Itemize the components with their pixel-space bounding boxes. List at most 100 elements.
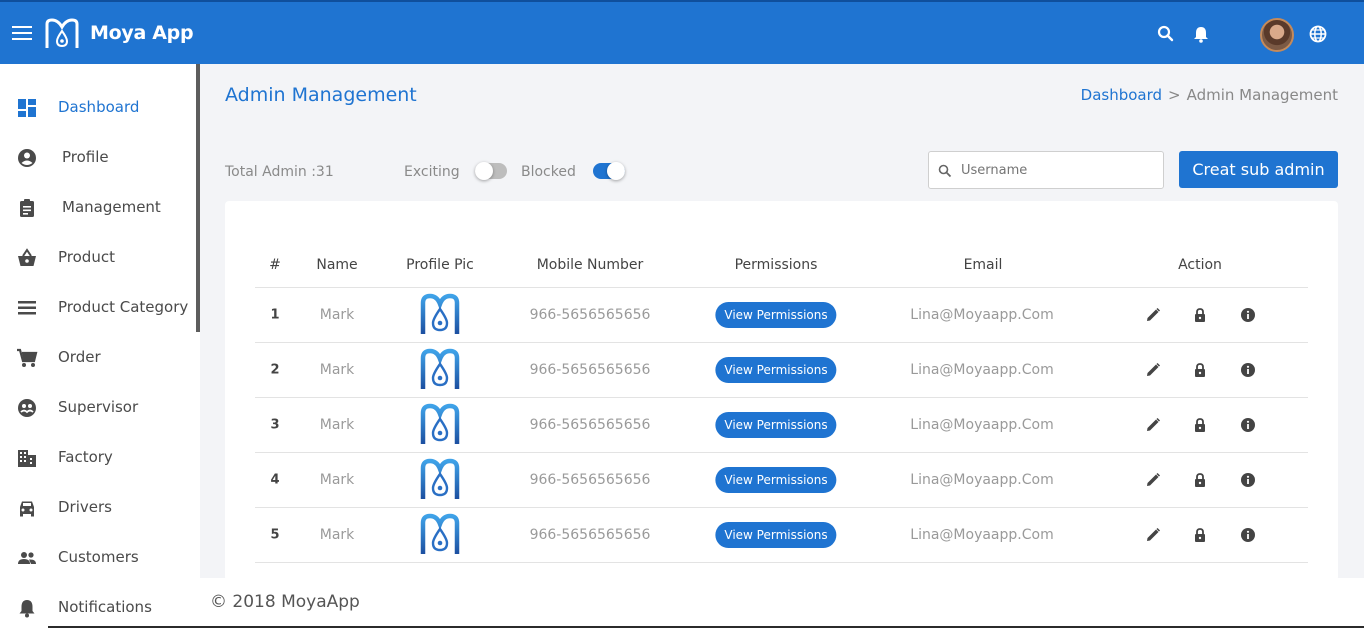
table-bottom-border xyxy=(255,562,1308,563)
admin-name: Mark xyxy=(319,307,355,323)
dashboard-icon xyxy=(18,99,36,117)
table-row: 1 Mark 966-5656565656 View Permissions Lina@… xyxy=(255,287,1308,342)
create-sub-admin-button[interactable]: Creat sub admin xyxy=(1179,151,1338,188)
row-number: 1 xyxy=(270,307,280,323)
info-icon[interactable] xyxy=(1240,362,1256,378)
view-permissions-button[interactable]: View Permissions xyxy=(715,522,837,548)
mobile-number: 966-5656565656 xyxy=(529,307,651,323)
edit-icon[interactable] xyxy=(1145,417,1161,433)
sidebar-item-product[interactable]: Product xyxy=(0,232,196,282)
info-icon[interactable] xyxy=(1240,417,1256,433)
sidebar-item-customers[interactable]: Customers xyxy=(0,532,196,582)
row-number: 4 xyxy=(270,472,280,488)
sidebar-item-product-category[interactable]: Product Category xyxy=(0,282,196,332)
sidebar-item-label: Drivers xyxy=(58,498,112,516)
view-permissions-button[interactable]: View Permissions xyxy=(715,412,837,438)
sidebar-item-label: Order xyxy=(58,348,101,366)
view-permissions-button[interactable]: View Permissions xyxy=(715,467,837,493)
lock-icon[interactable] xyxy=(1192,362,1208,378)
sidebar-item-label: Factory xyxy=(58,448,113,466)
email: Lina@Moyaapp.Com xyxy=(910,362,1054,378)
email: Lina@Moyaapp.Com xyxy=(910,527,1054,543)
sidebar-item-supervisor[interactable]: Supervisor xyxy=(0,382,196,432)
sidebar-item-label: Management xyxy=(62,198,161,216)
sidebar-item-management[interactable]: Management xyxy=(0,182,196,232)
breadcrumb-separator: > xyxy=(1168,86,1181,104)
clipboard-icon xyxy=(20,199,34,217)
lock-icon[interactable] xyxy=(1192,527,1208,543)
sidebar-item-label: Supervisor xyxy=(58,398,139,416)
sidebar-item-order[interactable]: Order xyxy=(0,332,196,382)
sidebar-item-profile[interactable]: Profile xyxy=(0,132,196,182)
lock-icon[interactable] xyxy=(1192,472,1208,488)
footer: © 2018 MoyaApp xyxy=(200,578,1364,628)
table-row: 2 Mark 966-5656565656 View Permissions Lina@… xyxy=(255,342,1308,397)
account-circle-icon xyxy=(18,149,36,167)
admin-name: Mark xyxy=(319,417,355,433)
admin-name: Mark xyxy=(319,527,355,543)
top-app-bar: Moya App xyxy=(0,0,1364,64)
building-icon xyxy=(18,450,36,467)
blocked-label: Blocked xyxy=(521,164,576,180)
page-title: Admin Management xyxy=(225,84,417,106)
profile-pic xyxy=(417,512,463,558)
mobile-number: 966-5656565656 xyxy=(529,417,651,433)
brand-name: Moya App xyxy=(90,22,194,44)
bell-icon[interactable] xyxy=(1191,24,1211,44)
edit-icon[interactable] xyxy=(1145,527,1161,543)
info-icon[interactable] xyxy=(1240,472,1256,488)
username-search xyxy=(928,151,1164,189)
people-icon xyxy=(18,552,36,564)
exciting-toggle[interactable] xyxy=(475,162,507,180)
sidebar-item-label: Product Category xyxy=(58,298,189,316)
breadcrumb: Dashboard > Admin Management xyxy=(1081,86,1338,104)
column-header-permissions: Permissions xyxy=(734,257,818,273)
moya-logo xyxy=(45,18,79,48)
car-icon xyxy=(20,501,34,517)
table-row: 4 Mark 966-5656565656 View Permissions Lina@… xyxy=(255,452,1308,507)
mobile-number: 966-5656565656 xyxy=(529,362,651,378)
profile-pic xyxy=(417,457,463,503)
email: Lina@Moyaapp.Com xyxy=(910,417,1054,433)
search-icon[interactable] xyxy=(1156,24,1176,44)
sidebar-item-drivers[interactable]: Drivers xyxy=(0,482,196,532)
info-icon[interactable] xyxy=(1240,307,1256,323)
admin-name: Mark xyxy=(319,472,355,488)
info-icon[interactable] xyxy=(1240,527,1256,543)
lock-icon[interactable] xyxy=(1192,307,1208,323)
row-number: 5 xyxy=(270,527,280,543)
email: Lina@Moyaapp.Com xyxy=(910,472,1054,488)
basket-icon xyxy=(18,248,36,266)
menu-icon[interactable] xyxy=(12,26,32,42)
supervisor-icon xyxy=(18,399,36,417)
bell-icon xyxy=(19,600,35,618)
sidebar-item-label: Customers xyxy=(58,548,139,566)
globe-icon[interactable] xyxy=(1308,24,1328,44)
sidebar-item-dashboard[interactable]: Dashboard xyxy=(0,82,196,132)
breadcrumb-dashboard-link[interactable]: Dashboard xyxy=(1081,86,1162,104)
exciting-label: Exciting xyxy=(404,164,460,180)
moon-icon[interactable] xyxy=(1225,24,1245,44)
username-search-input[interactable] xyxy=(961,160,1156,180)
view-permissions-button[interactable]: View Permissions xyxy=(715,302,837,328)
lock-icon[interactable] xyxy=(1192,417,1208,433)
edit-icon[interactable] xyxy=(1145,472,1161,488)
view-permissions-button[interactable]: View Permissions xyxy=(715,357,837,383)
column-header-action: Action xyxy=(1178,257,1222,273)
sidebar-scrollbar[interactable] xyxy=(196,64,200,332)
sidebar: Dashboard Profile Management Product Pro… xyxy=(0,64,200,628)
edit-icon[interactable] xyxy=(1145,362,1161,378)
email: Lina@Moyaapp.Com xyxy=(910,307,1054,323)
mobile-number: 966-5656565656 xyxy=(529,527,651,543)
edit-icon[interactable] xyxy=(1145,307,1161,323)
column-header-mobile: Mobile Number xyxy=(536,257,644,273)
column-header-number: # xyxy=(269,257,281,273)
blocked-toggle[interactable] xyxy=(593,162,625,180)
avatar[interactable] xyxy=(1260,18,1294,52)
sidebar-item-notifications[interactable]: Notifications xyxy=(0,582,196,628)
column-header-profile-pic: Profile Pic xyxy=(406,257,474,273)
sidebar-item-label: Profile xyxy=(62,148,109,166)
cart-icon xyxy=(17,348,38,367)
sidebar-item-factory[interactable]: Factory xyxy=(0,432,196,482)
profile-pic xyxy=(417,402,463,448)
